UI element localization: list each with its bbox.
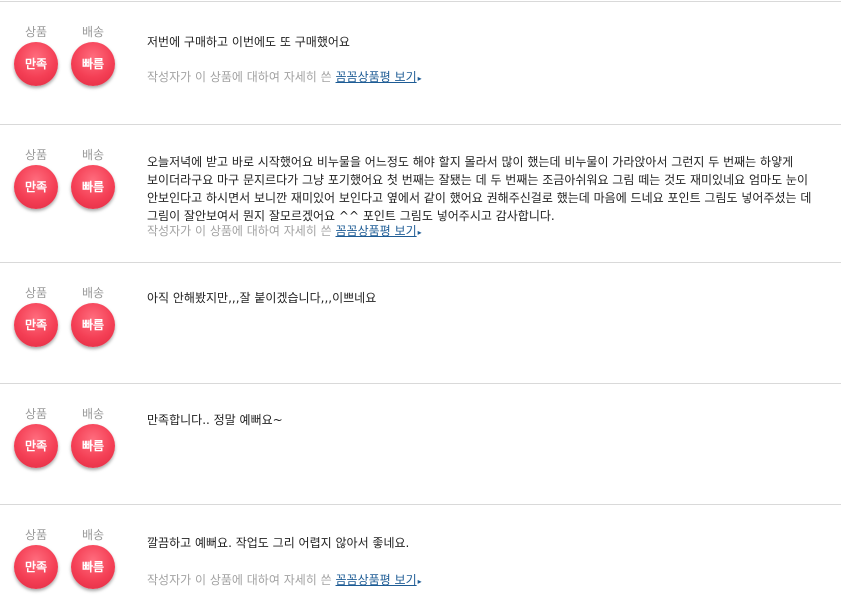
delivery-label: 배송 xyxy=(81,148,105,162)
satisfied-badge: 만족 xyxy=(14,165,58,209)
review-text: 오늘저녁에 받고 바로 시작했어요 비누물을 어느정도 해야 할지 몰라서 많이… xyxy=(147,155,812,223)
product-label: 상품 xyxy=(24,528,48,542)
review-item: 상품 만족 배송 빠름 깔끔하고 예뻐요. 작업도 그리 어렵지 않아서 좋네요… xyxy=(0,504,841,612)
arrow-right-icon: ▸ xyxy=(417,577,422,586)
review-item: 상품 만족 배송 빠름 만족합니다.. 정말 예뻐요~ xyxy=(0,383,841,504)
fast-badge: 빠름 xyxy=(71,303,115,347)
satisfied-badge: 만족 xyxy=(14,303,58,347)
review-item: 상품 만족 배송 빠름 저번에 구매하고 이번에도 또 구매했어요 작성자가 이… xyxy=(0,1,841,124)
arrow-right-icon: ▸ xyxy=(417,228,422,237)
review-text: 저번에 구매하고 이번에도 또 구매했어요 xyxy=(147,35,350,49)
detailed-review-link[interactable]: 꼼꼼상품평 보기 xyxy=(336,573,417,587)
arrow-right-icon: ▸ xyxy=(417,74,422,83)
satisfied-badge: 만족 xyxy=(14,545,58,589)
satisfied-badge: 만족 xyxy=(14,42,58,86)
review-text: 깔끔하고 예뻐요. 작업도 그리 어렵지 않아서 좋네요. xyxy=(147,536,410,550)
product-label: 상품 xyxy=(24,148,48,162)
detailed-review-prefix: 작성자가 이 상품에 대하여 자세히 쓴 xyxy=(147,224,332,238)
review-text: 만족합니다.. 정말 예뻐요~ xyxy=(147,413,283,427)
product-label: 상품 xyxy=(24,286,48,300)
fast-badge: 빠름 xyxy=(71,42,115,86)
product-label: 상품 xyxy=(24,25,48,39)
review-list: 상품 만족 배송 빠름 저번에 구매하고 이번에도 또 구매했어요 작성자가 이… xyxy=(0,0,841,612)
review-item: 상품 만족 배송 빠름 아직 안해봤지만,,,잘 붙이겠습니다,,,이쁘네요 xyxy=(0,262,841,383)
satisfied-badge: 만족 xyxy=(14,424,58,468)
detailed-review-prefix: 작성자가 이 상품에 대하여 자세히 쓴 xyxy=(147,70,332,84)
fast-badge: 빠름 xyxy=(71,545,115,589)
review-text: 아직 안해봤지만,,,잘 붙이겠습니다,,,이쁘네요 xyxy=(147,291,377,305)
delivery-label: 배송 xyxy=(81,25,105,39)
detailed-review-line: 작성자가 이 상품에 대하여 자세히 쓴 꼼꼼상품평 보기▸ xyxy=(147,69,422,87)
detailed-review-line: 작성자가 이 상품에 대하여 자세히 쓴 꼼꼼상품평 보기▸ xyxy=(147,572,422,590)
detailed-review-link[interactable]: 꼼꼼상품평 보기 xyxy=(336,224,417,238)
fast-badge: 빠름 xyxy=(71,424,115,468)
detailed-review-link[interactable]: 꼼꼼상품평 보기 xyxy=(336,70,417,84)
fast-badge: 빠름 xyxy=(71,165,115,209)
delivery-label: 배송 xyxy=(81,407,105,421)
delivery-label: 배송 xyxy=(81,528,105,542)
review-item: 상품 만족 배송 빠름 오늘저녁에 받고 바로 시작했어요 비누물을 어느정도 … xyxy=(0,124,841,262)
delivery-label: 배송 xyxy=(81,286,105,300)
detailed-review-prefix: 작성자가 이 상품에 대하여 자세히 쓴 xyxy=(147,573,332,587)
detailed-review-line: 작성자가 이 상품에 대하여 자세히 쓴 꼼꼼상품평 보기▸ xyxy=(147,223,422,241)
product-label: 상품 xyxy=(24,407,48,421)
